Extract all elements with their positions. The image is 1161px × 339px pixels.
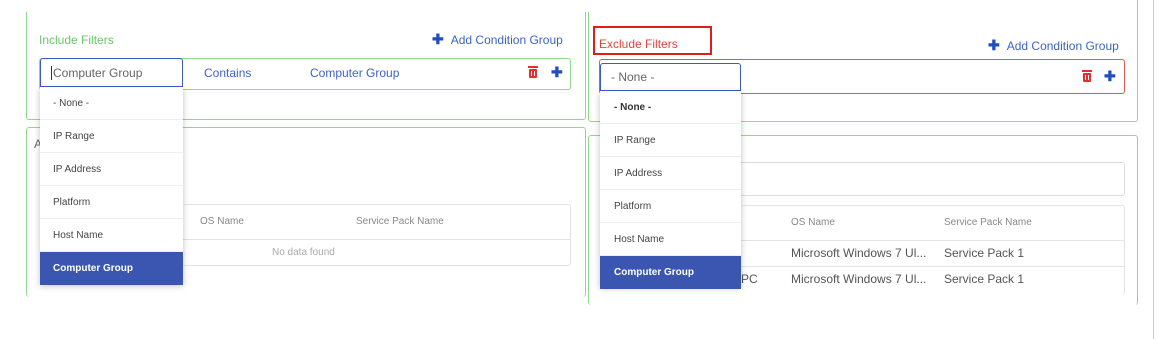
dropdown-option-ip-address[interactable]: IP Address bbox=[600, 157, 741, 190]
exclude-field-select[interactable]: - None - bbox=[600, 63, 741, 91]
exclude-filters-title: Exclude Filters bbox=[599, 37, 678, 51]
table-header-divider bbox=[183, 239, 571, 240]
empty-table-message: No data found bbox=[272, 247, 335, 258]
plus-icon[interactable]: ✚ bbox=[551, 64, 563, 81]
dropdown-option-computer-group[interactable]: Computer Group bbox=[600, 256, 741, 289]
dropdown-option-platform[interactable]: Platform bbox=[40, 186, 183, 219]
trash-icon[interactable] bbox=[528, 66, 538, 78]
panel-edge bbox=[1137, 0, 1138, 12]
include-condition-value[interactable]: Computer Group bbox=[310, 66, 399, 80]
dropdown-option-ip-address[interactable]: IP Address bbox=[40, 153, 183, 186]
include-field-select[interactable]: Computer Group bbox=[40, 58, 183, 87]
plus-icon[interactable]: ✚ bbox=[1104, 68, 1116, 85]
column-header-service-pack[interactable]: Service Pack Name bbox=[944, 217, 1032, 228]
include-add-condition-group-button[interactable]: ✚ Add Condition Group bbox=[432, 31, 563, 48]
table-cell-service-pack: Service Pack 1 bbox=[944, 272, 1025, 286]
include-filters-title: Include Filters bbox=[39, 33, 114, 47]
include-results-table bbox=[183, 204, 571, 266]
dropdown-option-computer-group[interactable]: Computer Group bbox=[40, 252, 183, 285]
dropdown-option-platform[interactable]: Platform bbox=[600, 190, 741, 223]
exclude-field-select-value: - None - bbox=[611, 70, 655, 84]
column-header-service-pack[interactable]: Service Pack Name bbox=[356, 216, 444, 227]
include-field-select-value: Computer Group bbox=[53, 65, 143, 80]
text-cursor bbox=[51, 65, 52, 80]
scrollbar-track[interactable] bbox=[1153, 0, 1154, 339]
table-cell-os-name: Microsoft Windows 7 Ul... bbox=[791, 246, 927, 260]
dropdown-option-none[interactable]: - None - bbox=[600, 91, 741, 124]
include-condition-operator[interactable]: Contains bbox=[204, 66, 251, 80]
include-field-dropdown-menu: - None - IP Range IP Address Platform Ho… bbox=[40, 87, 183, 285]
column-header-os-name[interactable]: OS Name bbox=[200, 216, 244, 227]
table-row-divider bbox=[741, 266, 1125, 267]
table-cell-os-name: Microsoft Windows 7 Ul... bbox=[791, 272, 927, 286]
table-cell-service-pack: Service Pack 1 bbox=[944, 246, 1025, 260]
dropdown-option-ip-range[interactable]: IP Range bbox=[600, 124, 741, 157]
search-input[interactable] bbox=[741, 162, 1125, 196]
plus-icon: ✚ bbox=[432, 31, 444, 47]
column-header-os-name[interactable]: OS Name bbox=[791, 217, 835, 228]
dropdown-option-ip-range[interactable]: IP Range bbox=[40, 120, 183, 153]
dropdown-option-host-name[interactable]: Host Name bbox=[40, 219, 183, 252]
plus-icon: ✚ bbox=[988, 37, 1000, 53]
exclude-add-condition-group-button[interactable]: ✚ Add Condition Group bbox=[988, 37, 1119, 54]
table-header-divider bbox=[741, 240, 1125, 241]
dropdown-option-host-name[interactable]: Host Name bbox=[600, 223, 741, 256]
add-condition-group-label: Add Condition Group bbox=[450, 32, 563, 47]
trash-icon[interactable] bbox=[1082, 70, 1092, 82]
table-cell-host-name: PC bbox=[741, 272, 758, 286]
exclude-field-dropdown-menu: - None - IP Range IP Address Platform Ho… bbox=[600, 91, 741, 289]
dropdown-option-none[interactable]: - None - bbox=[40, 87, 183, 120]
add-condition-group-label: Add Condition Group bbox=[1006, 38, 1119, 53]
